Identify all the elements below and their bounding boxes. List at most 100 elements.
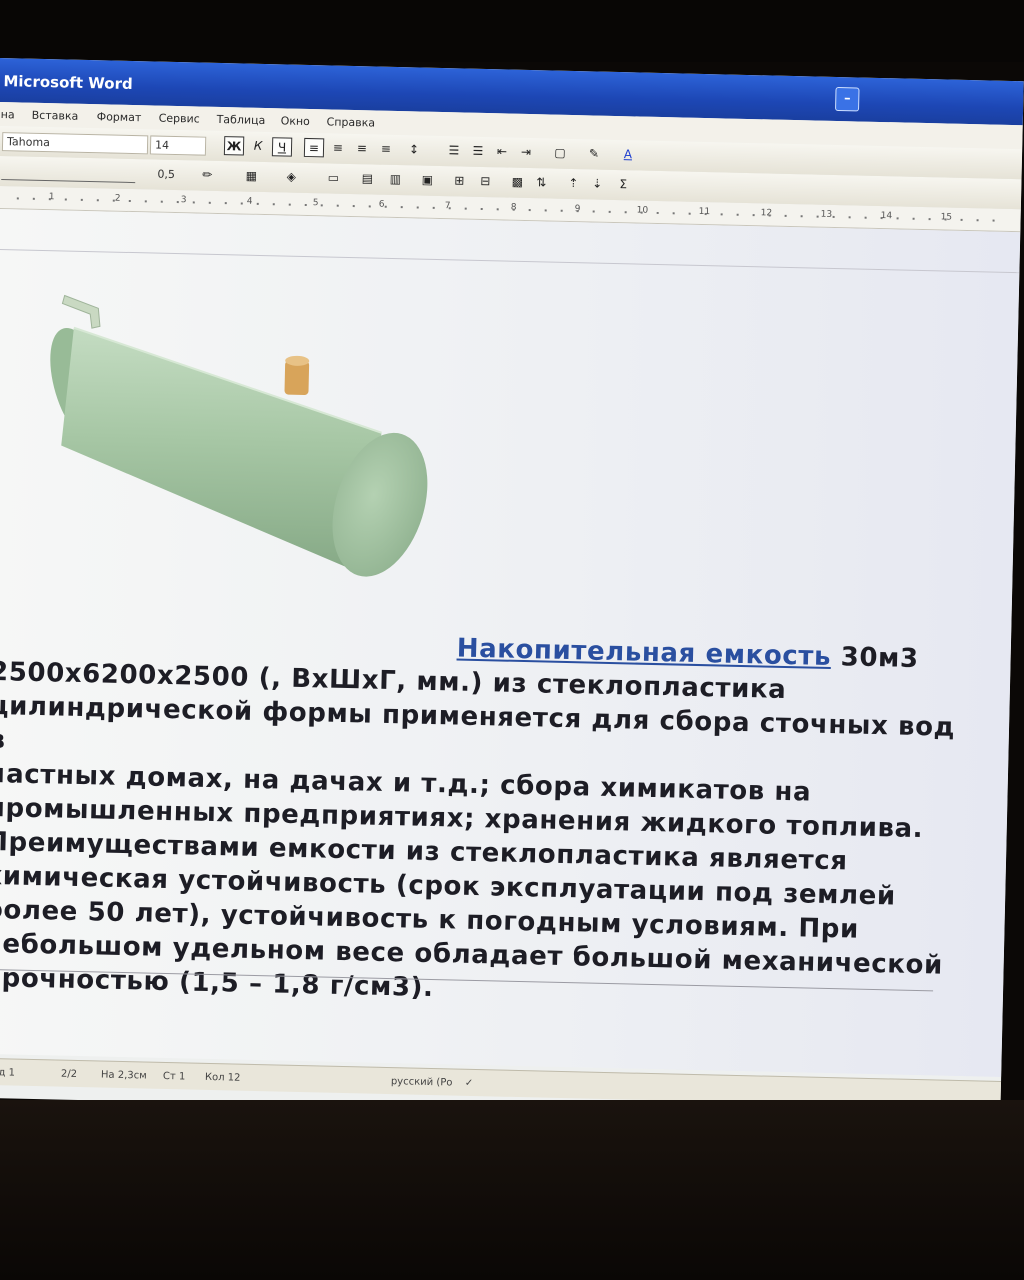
sort-ascending-icon[interactable]: ⇡ (563, 174, 583, 193)
align-right-icon[interactable]: ≡ (352, 139, 372, 158)
ruler-tick (640, 211, 643, 214)
monitor-bezel (0, 1100, 1024, 1280)
align-center-icon[interactable]: ≡ (328, 138, 348, 157)
font-size-select[interactable]: 14 (149, 135, 207, 156)
ruler-tick (272, 203, 275, 206)
menu-item-table[interactable]: Таблица (217, 113, 266, 127)
ruler-number: 7 (444, 201, 451, 212)
menu-item-help[interactable]: Справка (326, 115, 375, 129)
ruler-tick (192, 201, 195, 204)
ruler-tick (432, 206, 435, 209)
ruler-tick (416, 206, 419, 209)
ruler-tick (320, 204, 323, 207)
minimize-icon[interactable]: – (835, 86, 860, 112)
ruler-tick (816, 215, 819, 218)
ruler-number: 9 (574, 204, 581, 215)
align-cell-icon[interactable]: ▣ (417, 171, 437, 190)
line-style-select[interactable] (1, 162, 136, 184)
ruler-number: 4 (246, 196, 253, 207)
ruler-number: 5 (312, 198, 319, 209)
autoformat-icon[interactable]: ▩ (507, 173, 527, 192)
spelling-status-icon[interactable]: ✓ (465, 1078, 474, 1089)
insert-table-icon[interactable]: ▭ (323, 168, 343, 187)
ruler-tick (784, 214, 787, 217)
menu-item-window[interactable]: Окно (280, 114, 310, 128)
ruler-tick (368, 205, 371, 208)
photo-top-dark-area (0, 0, 1024, 62)
distribute-columns-icon[interactable]: ⊟ (475, 172, 495, 191)
ruler-tick (544, 209, 547, 212)
split-cells-icon[interactable]: ▥ (385, 170, 405, 189)
ruler-tick (928, 218, 931, 221)
ruler-tick (848, 216, 851, 219)
increase-indent-icon[interactable]: ⇥ (516, 143, 536, 162)
ruler-tick (688, 212, 691, 215)
ruler-tick (560, 209, 563, 212)
ruler-number: 13 (820, 209, 833, 220)
justify-icon[interactable]: ≡ (376, 140, 396, 159)
ruler-tick (144, 200, 147, 203)
ruler-tick (80, 198, 83, 201)
sort-descending-icon[interactable]: ⇣ (587, 174, 607, 193)
ruler-tick (912, 217, 915, 220)
shading-color-icon[interactable]: ◈ (281, 167, 301, 186)
borders-icon[interactable]: ▢ (550, 144, 570, 163)
ruler-tick (528, 209, 531, 212)
ruler-number: 12 (760, 208, 773, 219)
ruler-tick (624, 211, 627, 214)
menu-item-edit[interactable]: на (1, 108, 15, 121)
ruler-tick (960, 218, 963, 221)
italic-button[interactable]: К (248, 137, 268, 156)
ruler-tick (672, 212, 675, 215)
ruler-tick (720, 213, 723, 216)
status-pages: 2/2 (60, 1068, 78, 1081)
status-position: На 2,3см (100, 1069, 147, 1082)
status-language[interactable]: русский (Ро (391, 1076, 453, 1088)
ruler-tick (96, 199, 99, 202)
border-color-icon[interactable]: ✏ (197, 166, 217, 185)
ruler-tick (208, 201, 211, 204)
document-page[interactable]: Накопительная емкость 30м3 2500х6200х250… (0, 208, 1021, 1077)
status-line: Ст 1 (162, 1070, 186, 1083)
line-spacing-icon[interactable]: ↕ (404, 140, 424, 159)
menu-item-tools[interactable]: Сервис (159, 112, 200, 126)
decrease-indent-icon[interactable]: ⇤ (492, 142, 512, 161)
ruler-tick (464, 207, 467, 210)
font-name-select[interactable]: Tahoma (1, 132, 149, 155)
ruler-number: 3 (180, 195, 187, 206)
ruler-tick (256, 202, 259, 205)
ruler-tick (656, 211, 659, 214)
distribute-rows-icon[interactable]: ⊞ (449, 171, 469, 190)
ruler-tick (832, 215, 835, 218)
ruler-tick (176, 201, 179, 204)
document-body-text[interactable]: Накопительная емкость 30м3 2500х6200х250… (0, 621, 981, 1017)
ruler-tick (64, 198, 67, 201)
menu-item-format[interactable]: Формат (97, 110, 142, 124)
align-left-icon[interactable]: ≡ (303, 137, 325, 158)
outside-border-icon[interactable]: ▦ (241, 167, 261, 186)
bold-button[interactable]: Ж (223, 136, 245, 156)
line-width-select[interactable]: 0,5 (153, 166, 193, 184)
ruler-tick (112, 199, 115, 202)
text-direction-icon[interactable]: ⇅ (531, 173, 551, 192)
font-color-icon[interactable]: A (618, 145, 638, 164)
ruler-tick (128, 199, 131, 203)
highlight-icon[interactable]: ✎ (584, 144, 604, 163)
ruler-tick (496, 208, 499, 211)
ruler-tick (800, 215, 803, 218)
ruler-number: 2 (114, 193, 121, 204)
status-section: Разд 1 (0, 1066, 16, 1079)
ruler-tick (224, 202, 227, 205)
ruler-tick (512, 208, 515, 211)
ruler-tick (288, 203, 291, 206)
numbered-list-icon[interactable]: ☰ (444, 141, 464, 160)
menu-item-insert[interactable]: Вставка (32, 109, 79, 123)
ruler-tick (880, 217, 883, 220)
merge-cells-icon[interactable]: ▤ (357, 169, 377, 188)
ruler-number: 11 (698, 206, 711, 218)
underline-button[interactable]: Ч (271, 137, 293, 157)
ruler-tick (240, 202, 243, 205)
bullet-list-icon[interactable]: ☰ (468, 142, 488, 161)
autosum-icon[interactable]: Σ (613, 175, 633, 194)
ruler-tick (48, 198, 51, 201)
